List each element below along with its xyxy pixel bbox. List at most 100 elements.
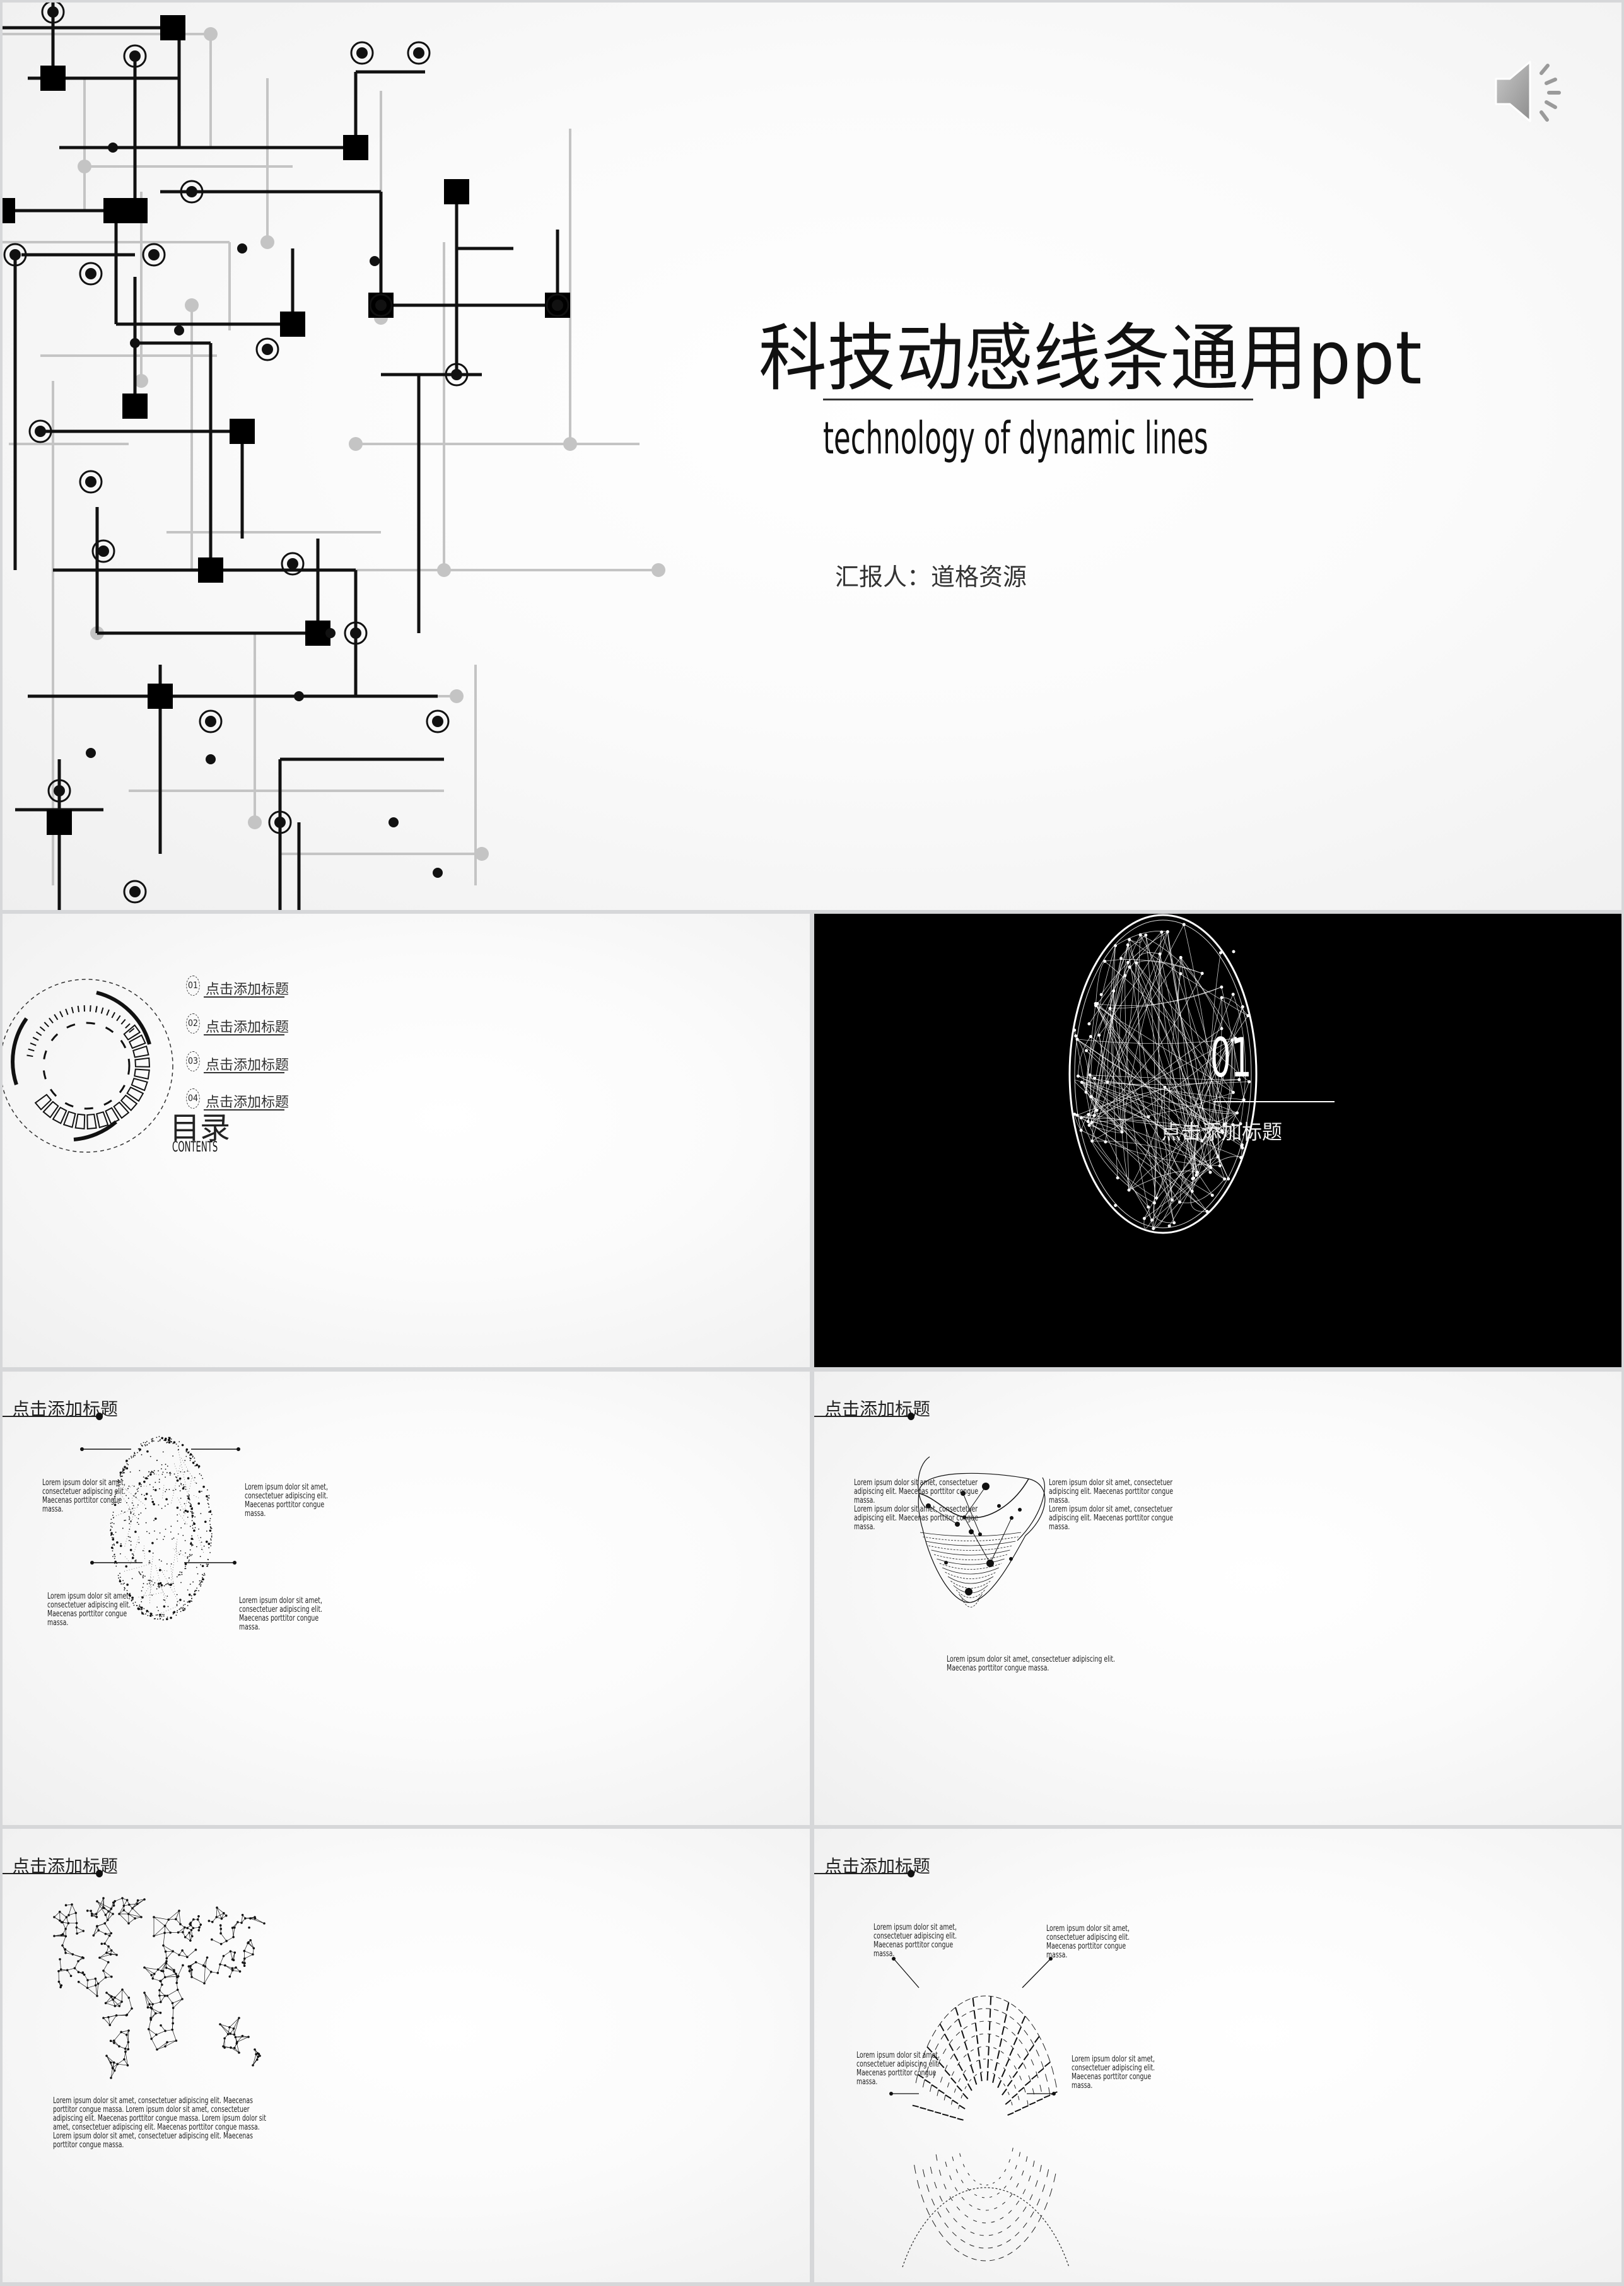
ring-segment bbox=[1010, 2176, 1013, 2180]
callout-text: Lorem ipsum dolor sit amet, consectetuer… bbox=[1072, 2055, 1155, 2091]
map-edge bbox=[204, 1966, 206, 1984]
sphere-dot bbox=[112, 1544, 114, 1546]
ring-connector bbox=[950, 2077, 957, 2084]
map-node bbox=[96, 1925, 98, 1928]
sphere-dot bbox=[140, 1606, 143, 1609]
ring-segment bbox=[963, 2070, 966, 2073]
ring-segment bbox=[1024, 2087, 1026, 2093]
ring-segment bbox=[956, 2046, 961, 2050]
network-node bbox=[1089, 1095, 1093, 1099]
ring-segment bbox=[951, 2071, 955, 2076]
map-edge bbox=[165, 1925, 171, 1933]
map-node bbox=[105, 1951, 108, 1954]
sphere-dot bbox=[166, 1466, 168, 1467]
map-node bbox=[86, 1986, 89, 1990]
map-node bbox=[184, 1935, 187, 1939]
title-slide[interactable]: 科技动感线条通用ppt technology of dynamic lines … bbox=[3, 3, 1621, 910]
map-node bbox=[60, 1933, 63, 1937]
sphere-dot bbox=[185, 1568, 187, 1570]
sphere-dot bbox=[176, 1594, 178, 1595]
network-link bbox=[1080, 1117, 1155, 1203]
map-edge bbox=[128, 1918, 136, 1924]
sphere-dot bbox=[112, 1534, 114, 1536]
dial-arc bbox=[11, 1017, 28, 1085]
ring-segment bbox=[944, 2065, 948, 2070]
sphere-dot bbox=[176, 1507, 179, 1509]
map-node bbox=[255, 2053, 257, 2056]
sphere-dot bbox=[160, 1468, 162, 1470]
map-node bbox=[65, 1916, 68, 1919]
sphere-dot bbox=[179, 1599, 182, 1601]
sphere-dot bbox=[148, 1471, 150, 1472]
sphere-dot bbox=[191, 1598, 192, 1599]
map-node bbox=[233, 1951, 237, 1954]
map-edge bbox=[98, 1977, 106, 1984]
ring-segment bbox=[943, 2183, 947, 2190]
sphere-dot bbox=[111, 1526, 113, 1528]
map-edge bbox=[105, 2003, 115, 2007]
sphere-content-slide[interactable]: 点击添加标题 Lorem ipsum dolor sit amet, conse… bbox=[3, 1372, 810, 1825]
ring-segment bbox=[1028, 2175, 1031, 2182]
world-map-slide[interactable]: 点击添加标题 Lorem ipsum dolor sit amet, conse… bbox=[3, 1829, 810, 2282]
sphere-dot bbox=[192, 1512, 194, 1514]
sphere-dot bbox=[125, 1519, 126, 1521]
map-node bbox=[222, 1912, 225, 1915]
ring-connector bbox=[1031, 2074, 1038, 2080]
sphere-dot bbox=[196, 1590, 197, 1592]
network-node bbox=[1231, 1090, 1235, 1094]
map-node bbox=[127, 1997, 131, 1999]
sphere-dot bbox=[142, 1587, 144, 1588]
ring-segment bbox=[1007, 2091, 1010, 2096]
map-edge bbox=[151, 2038, 158, 2050]
sphere-dot bbox=[183, 1607, 185, 1609]
sphere-dot bbox=[141, 1454, 143, 1455]
circuit-ring-slide[interactable]: 点击添加标题 Lorem ipsum dolor sit amet, conse… bbox=[814, 1829, 1621, 2282]
network-node bbox=[1208, 1170, 1212, 1174]
dial-tick bbox=[111, 1012, 115, 1018]
map-node bbox=[198, 1926, 201, 1929]
bowl-content-slide[interactable]: 点击添加标题 Lorem ipsum dolor sit amet, conse… bbox=[814, 1372, 1621, 1825]
circuit-node bbox=[413, 47, 424, 59]
sphere-dot bbox=[192, 1527, 194, 1529]
sphere-dot bbox=[161, 1614, 163, 1616]
ring-segment bbox=[1015, 2200, 1020, 2205]
ring-segment bbox=[914, 2164, 916, 2174]
map-node bbox=[95, 1913, 98, 1915]
ring-segment bbox=[963, 2054, 967, 2058]
network-node bbox=[1239, 1156, 1243, 1160]
circuit-node-gray bbox=[248, 815, 262, 829]
sphere-dot bbox=[181, 1443, 184, 1447]
ring-segment bbox=[1035, 2180, 1038, 2187]
sphere-dot bbox=[173, 1537, 175, 1539]
toc-slide[interactable]: 目录 CONTENTS 01 点击添加标题 02 点击添加标题 03 点击添加标题 04 点击… bbox=[3, 914, 810, 1367]
sphere-dot bbox=[182, 1487, 184, 1489]
map-edge bbox=[196, 1962, 204, 1966]
map-edge bbox=[150, 2008, 153, 2019]
network-node bbox=[1127, 1188, 1131, 1192]
sphere-dot bbox=[122, 1580, 124, 1582]
map-node bbox=[225, 1940, 228, 1942]
speaker-volume-icon[interactable] bbox=[1491, 57, 1579, 126]
map-node bbox=[140, 1916, 143, 1918]
circuit-node bbox=[205, 716, 216, 727]
sphere-link bbox=[124, 1563, 151, 1572]
sphere-dot bbox=[165, 1583, 166, 1585]
map-node bbox=[112, 1904, 115, 1907]
dial-tick bbox=[54, 1014, 59, 1020]
callout-leader bbox=[1022, 1958, 1051, 1988]
ring-segment bbox=[971, 2258, 977, 2260]
ring-connector bbox=[1007, 2079, 1013, 2087]
ring-segment bbox=[1031, 2024, 1036, 2031]
map-edge bbox=[220, 1933, 227, 1942]
ring-segment bbox=[1008, 2159, 1011, 2163]
sphere-dot bbox=[119, 1544, 122, 1548]
ring-segment bbox=[940, 2077, 943, 2083]
network-node bbox=[1073, 1028, 1077, 1032]
map-edge bbox=[153, 1978, 161, 1981]
circuit-node bbox=[35, 426, 46, 437]
sphere-dot bbox=[206, 1498, 208, 1500]
map-edge bbox=[114, 1997, 122, 2002]
circuit-node bbox=[129, 50, 141, 62]
map-node bbox=[229, 2032, 232, 2035]
sphere-dot bbox=[197, 1465, 201, 1468]
